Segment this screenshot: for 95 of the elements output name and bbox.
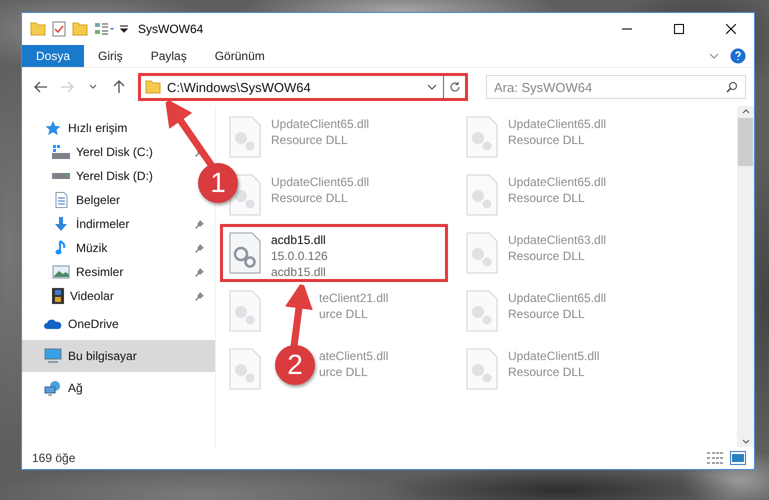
file-detail: urce DLL [319,364,368,380]
ribbon-tab[interactable]: Görünüm [200,45,279,67]
sidebar-label: Müzik [76,241,108,255]
file-detail: Resource DLL [508,190,585,206]
file-detail: Resource DLL [508,364,585,380]
pin-icon[interactable] [195,291,205,301]
search-icon [726,81,738,93]
sidebar-item[interactable]: Belgeler [52,189,120,211]
cloud-icon [44,319,62,329]
file-item[interactable]: acdb15.dll 15.0.0.126 acdb15.dll [220,224,448,282]
file-name: acdb15.dll [271,232,326,248]
large-icons-view-icon[interactable] [730,451,746,465]
pin-icon[interactable] [195,267,205,277]
sidebar-item[interactable]: Yerel Disk (D:) [52,165,153,187]
file-detail: acdb15.dll [271,264,326,280]
dll-file-icon [229,232,261,274]
scrollbar[interactable] [737,106,754,447]
sidebar-label: OneDrive [68,317,119,331]
ribbon-tab[interactable]: Paylaş [136,45,201,67]
file-name: UpdateClient65.dll [271,116,370,132]
item-count: 169 öğe [32,451,76,465]
sidebar-item[interactable]: Müzik [52,237,108,259]
sidebar-item[interactable]: Yerel Disk (C:) [52,141,153,163]
up-arrow-icon [113,80,125,94]
drive-icon [52,145,70,159]
dropdown-caret-icon[interactable] [427,83,437,91]
ribbon-tab[interactable]: Dosya [22,45,84,67]
back-arrow-icon [34,81,48,93]
sidebar-item[interactable]: Resimler [52,261,124,283]
sidebar-label: Ağ [68,381,83,395]
file-name: UpdateClient65.dll [271,174,370,190]
film-strip-icon [52,288,64,304]
folder-icon [145,80,161,94]
scroll-thumb[interactable] [738,118,753,166]
file-detail: urce DLL [319,306,368,322]
new-folder-icon [72,22,88,36]
download-arrow-icon [52,216,70,232]
pin-icon[interactable] [195,219,205,229]
file-name: teClient21.dll [319,290,388,306]
caret-icon [89,84,97,90]
dll-file-icon [466,174,498,216]
close-icon [726,24,736,34]
address-path: C:\Windows\SysWOW64 [167,80,312,94]
sidebar-label: Resimler [76,265,124,279]
search-field[interactable]: Ara: SysWOW64 [486,75,746,99]
callout-arrow [164,98,215,168]
file-detail: Resource DLL [508,132,585,148]
sidebar-item[interactable]: Hızlı erişim [44,117,128,139]
monitor-icon [44,348,62,364]
properties-icon[interactable] [52,21,66,37]
details-view-icon[interactable] [706,451,724,465]
sidebar-label: Yerel Disk (C:) [76,145,153,159]
sidebar-label: Yerel Disk (D:) [76,169,153,183]
sidebar-item[interactable]: İndirmeler [52,213,130,235]
dll-file-icon [229,116,261,158]
file-name: UpdateClient63.dll [508,232,606,248]
drive-icon [52,173,70,179]
network-icon [44,380,62,396]
file-detail: Resource DLL [508,306,585,322]
folder-icon [30,22,46,36]
sidebar-item[interactable]: Videolar [52,285,114,307]
file-detail: Resource DLL [508,248,585,264]
file-name: UpdateClient65.dll [508,290,606,306]
file-name: ateClient5.dll [319,348,388,364]
file-name: UpdateClient65.dll [508,116,606,132]
refresh-icon [448,81,460,93]
star-icon [44,120,62,136]
file-detail: Resource DLL [271,132,348,148]
sidebar-label: Belgeler [76,193,120,207]
dll-file-icon [466,232,498,274]
dll-file-icon [466,348,498,390]
dll-file-icon [229,348,261,390]
ribbon-tab[interactable]: Giriş [84,45,137,67]
maximize-icon [674,24,684,34]
customize-caret-icon[interactable] [120,25,128,33]
sidebar-label: İndirmeler [76,217,130,231]
view-options-icon[interactable] [94,22,114,36]
dll-file-icon [466,116,498,158]
sidebar-item[interactable]: OneDrive [44,313,119,335]
minimize-icon [622,28,632,30]
sidebar-label: Videolar [70,289,114,303]
file-detail: 15.0.0.126 [271,248,328,264]
sidebar-label: Bu bilgisayar [68,349,137,363]
sidebar-item[interactable]: Ağ [44,377,83,399]
file-detail: Resource DLL [271,190,348,206]
dll-file-icon [229,290,261,332]
file-name: UpdateClient65.dll [508,174,606,190]
dll-file-icon [466,290,498,332]
sidebar-label: Hızlı erişim [68,121,128,135]
picture-icon [52,264,70,280]
pin-icon[interactable] [195,243,205,253]
file-name: UpdateClient5.dll [508,348,600,364]
forward-arrow-icon [60,81,74,93]
window-title: SysWOW64 [138,22,204,36]
address-bar[interactable]: C:\Windows\SysWOW64 [138,73,468,101]
